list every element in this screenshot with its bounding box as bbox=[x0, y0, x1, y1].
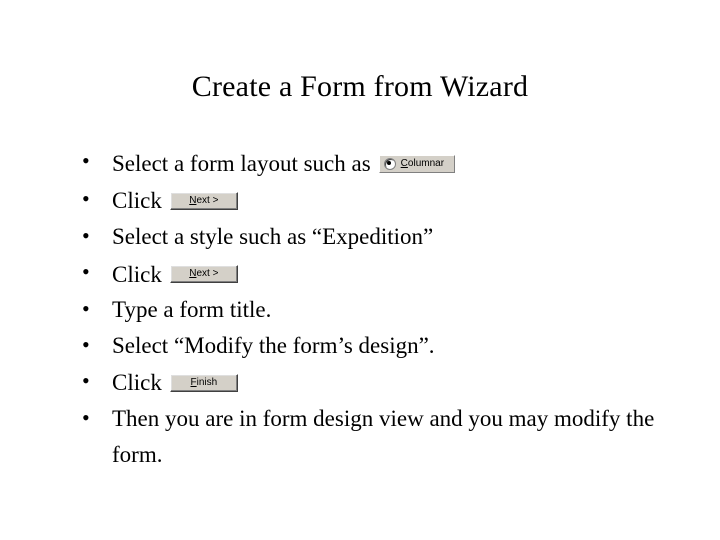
finish-button[interactable]: Finish bbox=[170, 374, 238, 392]
list-item-text: Click bbox=[112, 257, 162, 293]
list-item-text: Type a form title. bbox=[112, 297, 271, 322]
instruction-list: Select a form layout such as Columnar Cl… bbox=[60, 144, 660, 472]
list-item: Then you are in form design view and you… bbox=[96, 401, 660, 472]
slide: Create a Form from Wizard Select a form … bbox=[0, 0, 720, 540]
columnar-radio-option[interactable]: Columnar bbox=[379, 155, 455, 173]
list-item: Click Next > bbox=[96, 255, 660, 293]
radio-icon bbox=[384, 158, 396, 170]
list-item-text: Select “Modify the form’s design”. bbox=[112, 333, 435, 358]
list-item: Type a form title. bbox=[96, 292, 660, 328]
radio-label: Columnar bbox=[401, 157, 444, 171]
list-item: Select a style such as “Expedition” bbox=[96, 219, 660, 255]
list-item-text: Select a style such as “Expedition” bbox=[112, 224, 433, 249]
list-item: Select a form layout such as Columnar bbox=[96, 144, 660, 182]
list-item-text: Click bbox=[112, 183, 162, 219]
list-item-text: Select a form layout such as bbox=[112, 146, 371, 182]
list-item: Select “Modify the form’s design”. bbox=[96, 328, 660, 364]
list-item: Click Finish bbox=[96, 364, 660, 402]
next-button[interactable]: Next > bbox=[170, 265, 238, 283]
list-item-text: Click bbox=[112, 365, 162, 401]
list-item: Click Next > bbox=[96, 182, 660, 220]
list-item-text: Then you are in form design view and you… bbox=[112, 406, 654, 467]
next-button[interactable]: Next > bbox=[170, 192, 238, 210]
page-title: Create a Form from Wizard bbox=[60, 70, 660, 104]
